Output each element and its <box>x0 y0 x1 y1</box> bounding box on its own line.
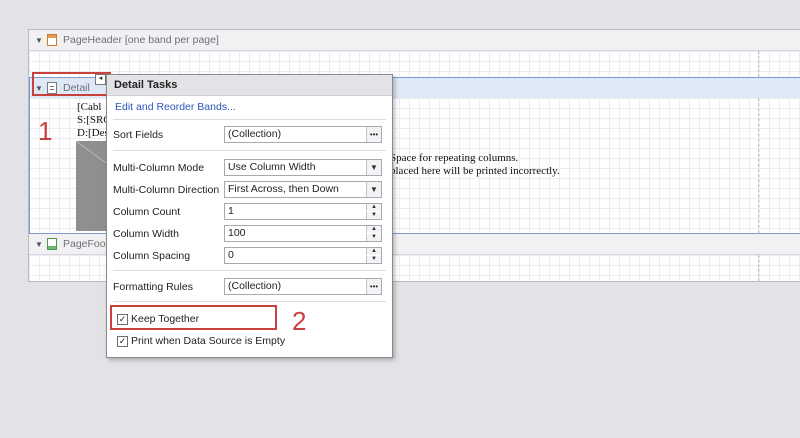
page-header-band-label: PageHeader [one band per page] <box>63 34 219 46</box>
column-width-value: 100 <box>228 227 246 239</box>
callout-1-number: 1 <box>38 116 53 146</box>
column-count-value: 1 <box>228 205 234 217</box>
print-when-empty-option[interactable]: ✓ Print when Data Source is Empty <box>117 335 285 347</box>
multi-column-direction-value: First Across, then Down <box>228 183 339 195</box>
panel-title: Detail Tasks <box>107 75 392 96</box>
formatting-rules-value: (Collection) <box>228 280 282 292</box>
multi-column-direction-label: Multi-Column Direction <box>113 184 220 196</box>
print-when-empty-checkbox[interactable]: ✓ <box>117 335 128 347</box>
edit-reorder-bands-link[interactable]: Edit and Reorder Bands... <box>115 101 236 113</box>
ellipsis-icon[interactable]: ••• <box>366 127 381 142</box>
sort-fields-label: Sort Fields <box>113 129 164 141</box>
column-count-spinner[interactable]: 1 ▲ ▼ <box>224 203 382 220</box>
multi-column-direction-select[interactable]: First Across, then Down ▼ <box>224 181 382 198</box>
column-width-label: Column Width <box>113 228 179 240</box>
collapse-triangle-icon[interactable]: ▼ <box>35 240 43 249</box>
multicolumn-warning-line2: placed here will be printed incorrectly. <box>390 165 560 177</box>
detail-field-destination[interactable]: D:[Des <box>77 127 109 139</box>
page-footer-band-label: PageFoo <box>63 238 106 250</box>
ellipsis-icon[interactable]: ••• <box>366 279 381 294</box>
spin-up-icon[interactable]: ▲ <box>366 248 381 255</box>
multi-column-mode-value: Use Column Width <box>228 161 316 173</box>
spin-up-icon[interactable]: ▲ <box>366 204 381 211</box>
sort-fields-value: (Collection) <box>228 128 282 140</box>
spin-up-icon[interactable]: ▲ <box>366 226 381 233</box>
column-spacing-spinner[interactable]: 0 ▲ ▼ <box>224 247 382 264</box>
formatting-rules-field[interactable]: (Collection) ••• <box>224 278 382 295</box>
spin-down-icon[interactable]: ▼ <box>366 234 381 241</box>
column-width-spinner[interactable]: 100 ▲ ▼ <box>224 225 382 242</box>
dropdown-arrow-icon[interactable]: ▼ <box>366 160 381 175</box>
detail-image-placeholder[interactable] <box>76 141 106 231</box>
multi-column-mode-select[interactable]: Use Column Width ▼ <box>224 159 382 176</box>
multicolumn-warning-line1: Space for repeating columns. <box>390 152 519 164</box>
spin-down-icon[interactable]: ▼ <box>366 212 381 219</box>
callout-2-highlight-box <box>110 305 277 330</box>
formatting-rules-label: Formatting Rules <box>113 281 193 293</box>
column-spacing-value: 0 <box>228 249 234 261</box>
collapse-triangle-icon[interactable]: ▼ <box>35 36 43 45</box>
multi-column-mode-label: Multi-Column Mode <box>113 162 205 174</box>
column-spacing-label: Column Spacing <box>113 250 191 262</box>
column-count-label: Column Count <box>113 206 181 218</box>
page-header-band-icon <box>47 34 57 46</box>
callout-2-number: 2 <box>292 306 307 336</box>
dropdown-arrow-icon[interactable]: ▼ <box>366 182 381 197</box>
print-when-empty-label: Print when Data Source is Empty <box>131 335 286 347</box>
detail-field-cable[interactable]: [Cabl <box>77 101 101 113</box>
page-footer-band-icon <box>47 238 57 250</box>
page-header-band-bar[interactable]: ▼ PageHeader [one band per page] <box>29 30 800 51</box>
smart-tag-collapse-icon[interactable]: ◂ <box>95 74 106 85</box>
spin-down-icon[interactable]: ▼ <box>366 256 381 263</box>
sort-fields-field[interactable]: (Collection) ••• <box>224 126 382 143</box>
